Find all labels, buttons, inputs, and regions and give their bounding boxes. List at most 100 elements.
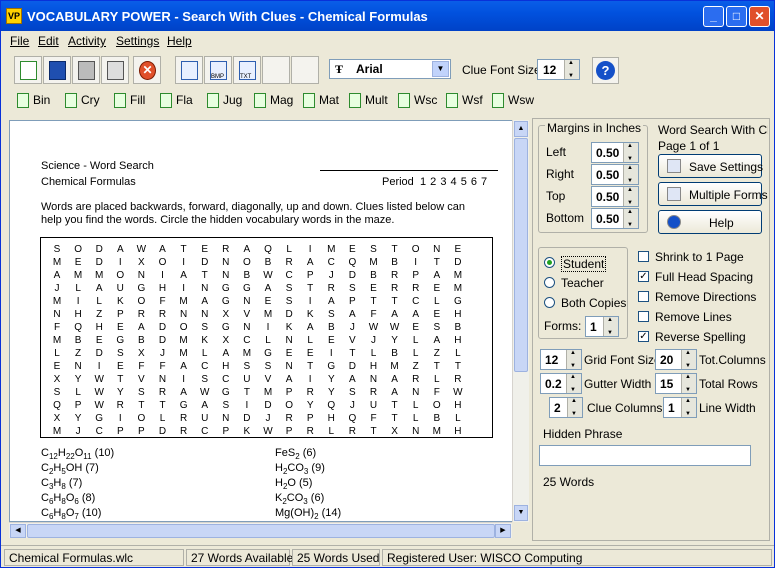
new-button[interactable] (14, 56, 42, 84)
maze-letter: W (368, 322, 379, 333)
remove-directions-label[interactable]: Remove Directions (655, 290, 756, 304)
reverse-spelling-label[interactable]: Reverse Spelling (655, 330, 746, 344)
multiple-forms-button[interactable]: Multiple Forms (658, 182, 768, 206)
menu-edit[interactable]: Edit (38, 34, 59, 48)
scroll-right-icon[interactable]: ▶ (495, 524, 511, 538)
total-rows-stepper[interactable]: 15 (655, 373, 697, 394)
maze-letter: Q (348, 257, 357, 268)
maze-row: LZDSXJMLAMGEEITLBLZL (41, 347, 494, 360)
scroll-left-icon[interactable]: ◀ (10, 524, 26, 538)
maze-letter: F (370, 413, 377, 424)
font-select[interactable]: Ŧ Arial ▼ (329, 59, 451, 79)
clue-item: Mg(OH)2 (14) (275, 507, 342, 522)
margin-top-stepper[interactable]: 0.50 (591, 186, 639, 207)
maze-letter: H (369, 361, 378, 372)
blank-tool-1[interactable] (262, 56, 290, 84)
format-tab-wsf[interactable]: Wsf (446, 93, 483, 111)
remove-directions-checkbox[interactable] (638, 291, 649, 302)
both-copies-label[interactable]: Both Copies (561, 296, 626, 310)
floppy-icon (49, 61, 66, 80)
blank-tool-2[interactable] (291, 56, 319, 84)
maze-letter: N (222, 257, 230, 268)
format-tab-wsc[interactable]: Wsc (398, 93, 437, 111)
scroll-down-icon[interactable]: ▼ (514, 505, 528, 521)
format-tab-fla[interactable]: Fla (160, 93, 193, 111)
clue-font-size-stepper[interactable]: 12 (537, 59, 580, 80)
maze-letter: D (201, 257, 209, 268)
shrink-checkbox[interactable] (638, 251, 649, 262)
menu-settings[interactable]: Settings (116, 34, 159, 48)
menu-help[interactable]: Help (167, 34, 192, 48)
margin-right-stepper[interactable]: 0.50 (591, 164, 639, 185)
maze-letter: M (179, 296, 188, 307)
maze-letter: U (201, 413, 209, 424)
maze-letter: L (307, 335, 313, 346)
format-tab-mag[interactable]: Mag (254, 93, 293, 111)
stop-button[interactable]: ✕ (133, 56, 161, 84)
format-tab-mult[interactable]: Mult (349, 93, 388, 111)
tot-columns-stepper[interactable]: 20 (655, 349, 697, 370)
export-bmp-button[interactable]: BMP (204, 56, 232, 84)
reverse-spelling-checkbox[interactable]: ✓ (638, 331, 649, 342)
print-button[interactable] (101, 56, 129, 84)
fit-width-button[interactable] (175, 56, 203, 84)
teacher-radio[interactable] (544, 277, 555, 288)
maze-letter: P (138, 426, 145, 437)
format-tab-jug[interactable]: Jug (207, 93, 242, 111)
margin-bottom-stepper[interactable]: 0.50 (591, 208, 639, 229)
format-tab-mat[interactable]: Mat (303, 93, 339, 111)
help-button[interactable]: Help (658, 210, 762, 234)
maze-letter: S (433, 322, 441, 333)
maze-letter: S (222, 400, 230, 411)
head-spacing-label[interactable]: Full Head Spacing (655, 270, 753, 284)
format-tab-cry[interactable]: Cry (65, 93, 100, 111)
maze-letter: D (243, 413, 251, 424)
shrink-label[interactable]: Shrink to 1 Page (655, 250, 744, 264)
chevron-down-icon[interactable]: ▼ (432, 61, 449, 77)
teacher-label[interactable]: Teacher (561, 276, 604, 290)
document-preview[interactable]: Science - Word Search Chemical Formulas … (9, 120, 529, 522)
remove-lines-checkbox[interactable] (638, 311, 649, 322)
horizontal-scrollbar[interactable]: ◀ ▶ (9, 522, 512, 538)
print-preview-button[interactable] (72, 56, 100, 84)
maze-letter: H (454, 335, 462, 346)
menu-activity[interactable]: Activity (68, 34, 106, 48)
format-tab-bin[interactable]: Bin (17, 93, 50, 111)
maze-letter: Y (74, 413, 82, 424)
maze-letter: M (52, 257, 62, 268)
clue-item: C6H8O7 (10) (41, 507, 102, 522)
margin-left-stepper[interactable]: 0.50 (591, 142, 639, 163)
head-spacing-checkbox[interactable]: ✓ (638, 271, 649, 282)
gutter-width-stepper[interactable]: 0.2 (540, 373, 582, 394)
maximize-button[interactable]: □ (726, 6, 747, 27)
help-toolbar-button[interactable]: ? (592, 57, 619, 84)
scroll-thumb[interactable] (514, 138, 528, 372)
save-settings-button[interactable]: Save Settings (658, 154, 763, 178)
export-txt-button[interactable]: TXT (233, 56, 261, 84)
vertical-scrollbar[interactable]: ▲ ▼ (512, 120, 529, 522)
hscroll-thumb[interactable] (27, 524, 495, 538)
student-radio[interactable] (544, 257, 555, 268)
clue-columns-stepper[interactable]: 2 (549, 397, 583, 418)
grid-font-size-stepper[interactable]: 12 (540, 349, 582, 370)
format-tab-wsw[interactable]: Wsw (492, 93, 534, 111)
maze-letter: Q (348, 413, 357, 424)
hidden-phrase-input[interactable] (539, 445, 751, 466)
both-copies-radio[interactable] (544, 297, 555, 308)
maze-letter: R (348, 426, 356, 437)
save-button[interactable] (43, 56, 71, 84)
spin-icon[interactable] (564, 60, 579, 79)
scroll-up-icon[interactable]: ▲ (514, 121, 528, 137)
maze-letter: A (349, 309, 356, 320)
line-width-stepper[interactable]: 1 (663, 397, 697, 418)
menu-file[interactable]: File (10, 34, 29, 48)
format-tab-fill[interactable]: Fill (114, 93, 145, 111)
remove-lines-label[interactable]: Remove Lines (655, 310, 732, 324)
gutter-width-label: Gutter Width (584, 377, 652, 391)
maze-letter: M (432, 426, 441, 437)
minimize-button[interactable]: _ (703, 6, 724, 27)
student-label[interactable]: Student (561, 256, 607, 272)
maze-letter: W (94, 374, 104, 385)
forms-stepper[interactable]: 1 (585, 316, 619, 337)
close-button[interactable]: ✕ (749, 6, 770, 27)
